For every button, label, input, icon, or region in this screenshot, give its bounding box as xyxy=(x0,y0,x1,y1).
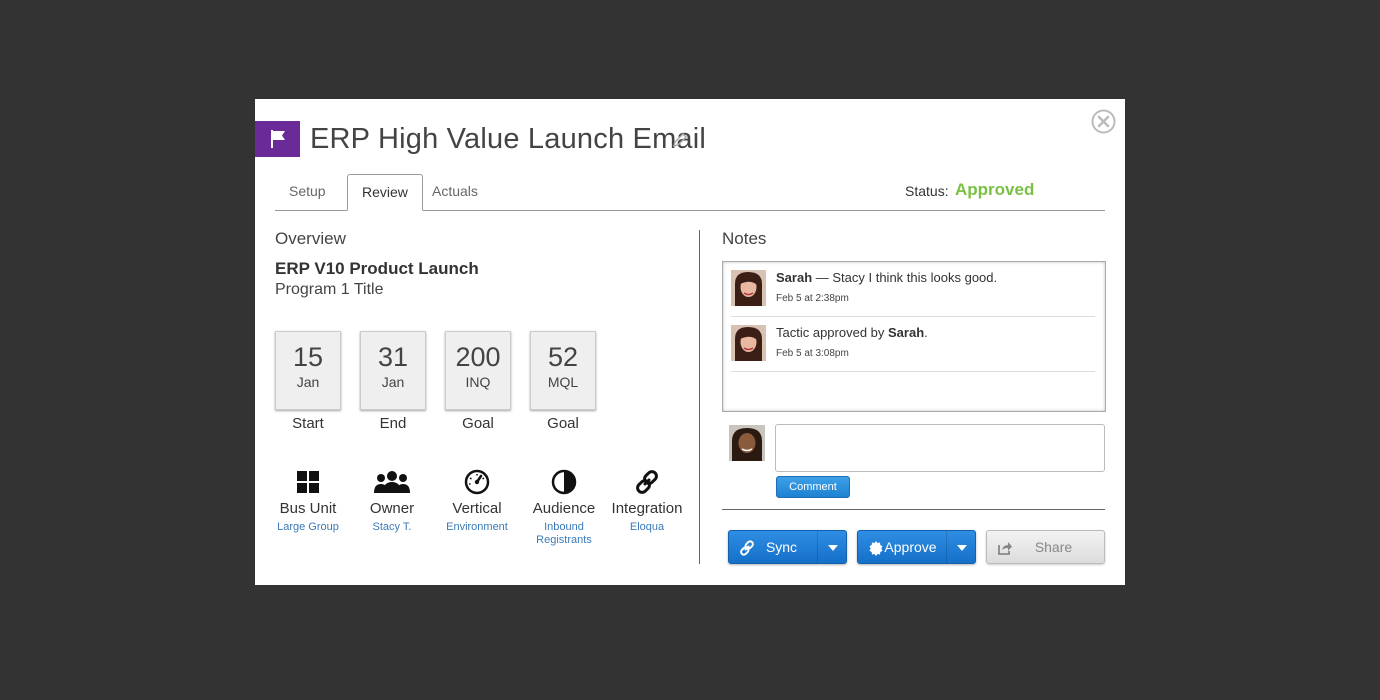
comment-input[interactable] xyxy=(775,424,1105,472)
note-author: Sarah xyxy=(776,270,813,285)
stat-unit: Jan xyxy=(296,374,320,390)
attr-name: Bus Unit xyxy=(279,500,337,517)
attr-value-link[interactable]: Eloqua xyxy=(607,521,687,534)
attr-owner: Owner Stacy T. xyxy=(352,469,432,534)
note-body: Tactic approved by xyxy=(776,325,889,340)
note-text: Sarah — Stacy I think this looks good. xyxy=(776,270,997,285)
attr-value-link[interactable]: Environment xyxy=(437,521,517,534)
attr-name: Integration xyxy=(611,500,683,517)
avatar xyxy=(731,325,766,361)
attr-name: Owner xyxy=(369,500,415,517)
status-label: Status: xyxy=(905,183,949,199)
notes-list[interactable]: Sarah — Stacy I think this looks good. F… xyxy=(722,261,1106,412)
grid-icon xyxy=(297,471,319,493)
note-timestamp: Feb 5 at 3:08pm xyxy=(776,348,849,359)
half-circle-icon xyxy=(551,469,577,495)
tab-setup[interactable]: Setup xyxy=(275,174,340,211)
avatar xyxy=(731,270,766,306)
button-separator xyxy=(817,531,818,563)
notes-heading: Notes xyxy=(722,229,767,248)
tactic-modal: ERP High Value Launch Email Setup Review… xyxy=(255,99,1125,585)
stat-inq-goal-box: 200 INQ xyxy=(445,331,511,410)
status-badge: Approved xyxy=(955,180,1035,199)
share-label: Share xyxy=(1034,539,1073,555)
speedometer-icon xyxy=(464,469,490,495)
program-title: Program 1 Title xyxy=(275,281,384,298)
attr-name: Vertical xyxy=(452,500,502,517)
chevron-down-icon[interactable] xyxy=(828,545,838,551)
stat-unit: MQL xyxy=(547,374,579,390)
stat-unit: Jan xyxy=(381,374,405,390)
note-item: Sarah — Stacy I think this looks good. F… xyxy=(731,262,1095,317)
current-user-avatar xyxy=(729,425,765,461)
button-separator xyxy=(946,531,947,563)
stat-start-box: 15 Jan xyxy=(275,331,341,410)
overview-heading: Overview xyxy=(275,229,346,248)
modal-title: ERP High Value Launch Email xyxy=(310,123,707,155)
tab-review[interactable]: Review xyxy=(347,174,423,211)
flag-icon xyxy=(270,130,285,148)
stat-number: 15 xyxy=(292,342,324,372)
note-timestamp: Feb 5 at 2:38pm xyxy=(776,293,849,304)
edit-pencil-icon[interactable] xyxy=(672,132,688,148)
attr-audience: Audience Inbound Registrants xyxy=(524,469,604,547)
actions-divider xyxy=(722,509,1105,510)
stat-number: 31 xyxy=(377,342,409,372)
chevron-down-icon[interactable] xyxy=(957,545,967,551)
note-body: — Stacy I think this looks good. xyxy=(812,270,998,285)
attr-value-link[interactable]: Large Group xyxy=(268,521,348,534)
stat-number: 200 xyxy=(455,342,501,372)
attr-bus-unit: Bus Unit Large Group xyxy=(268,469,348,534)
approve-button[interactable]: Approve xyxy=(857,530,976,564)
note-body-end: . xyxy=(924,325,928,340)
stat-label: Goal xyxy=(547,415,579,432)
flag-badge xyxy=(255,121,300,157)
stat-label: End xyxy=(379,415,407,432)
attr-value-link[interactable]: Inbound Registrants xyxy=(524,521,604,547)
stat-label: Goal xyxy=(462,415,494,432)
stat-unit: INQ xyxy=(465,374,491,390)
share-button[interactable]: Share xyxy=(986,530,1105,564)
note-author: Sarah xyxy=(888,325,925,340)
comment-button[interactable]: Comment xyxy=(776,476,850,498)
close-icon[interactable] xyxy=(1091,109,1116,134)
link-icon xyxy=(636,470,658,494)
overview-section: Overview ERP V10 Product Launch Program … xyxy=(275,229,695,546)
program-name: ERP V10 Product Launch xyxy=(275,259,479,278)
column-divider xyxy=(699,230,700,564)
tab-actuals[interactable]: Actuals xyxy=(418,174,492,211)
sync-button[interactable]: Sync xyxy=(728,530,847,564)
attr-integration: Integration Eloqua xyxy=(607,469,687,534)
stat-end-box: 31 Jan xyxy=(360,331,426,410)
note-item: Tactic approved by Sarah. Feb 5 at 3:08p… xyxy=(731,317,1095,372)
attr-vertical: Vertical Environment xyxy=(437,469,517,534)
attr-value-link[interactable]: Stacy T. xyxy=(352,521,432,534)
stat-label: Start xyxy=(292,415,324,432)
stat-number: 52 xyxy=(547,342,579,372)
people-icon xyxy=(374,471,410,493)
stat-mql-goal-box: 52 MQL xyxy=(530,331,596,410)
note-text: Tactic approved by Sarah. xyxy=(776,325,928,340)
attr-name: Audience xyxy=(532,500,596,517)
